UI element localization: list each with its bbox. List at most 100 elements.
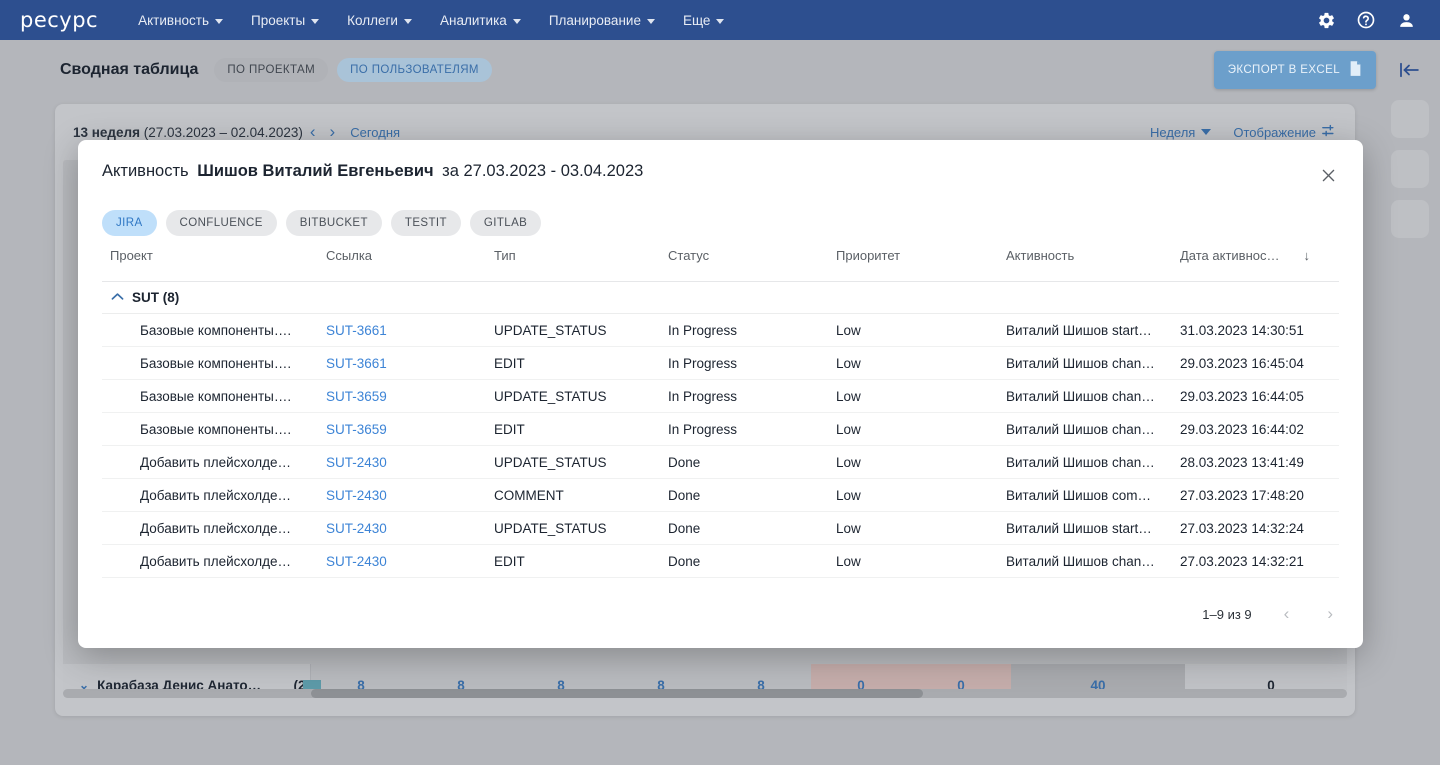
- column-header-date[interactable]: Дата активнос… ↓: [1172, 248, 1339, 263]
- source-chip-testit[interactable]: TESTIT: [390, 210, 461, 236]
- pagination-prev-button[interactable]: ‹: [1278, 604, 1296, 624]
- rail-item[interactable]: [1391, 100, 1429, 138]
- nav-item-label: Еще: [682, 12, 711, 28]
- pagination-next-button[interactable]: ›: [1321, 604, 1339, 624]
- nav-item-projects[interactable]: Проекты: [237, 0, 333, 40]
- table-row[interactable]: Базовые компоненты…. SUT-3661 EDIT In Pr…: [102, 347, 1339, 380]
- cell-link[interactable]: SUT-3659: [318, 422, 486, 437]
- rail-item[interactable]: [1391, 200, 1429, 238]
- tab-by-users[interactable]: ПО ПОЛЬЗОВАТЕЛЯМ: [337, 58, 492, 82]
- cell-activity: Виталий Шишов chan…: [1006, 421, 1155, 437]
- collapse-panel-icon[interactable]: [1398, 62, 1420, 78]
- pivot-cell-extra[interactable]: 0: [1185, 664, 1347, 692]
- modal-title-user: Шишов Виталий Евгеньевич: [197, 162, 434, 180]
- cell-link[interactable]: SUT-2430: [318, 521, 486, 536]
- pivot-cell[interactable]: 8: [711, 664, 811, 693]
- cell-date: 27.03.2023 14:32:24: [1180, 520, 1304, 536]
- table-row[interactable]: Добавить плейсхолде… SUT-2430 COMMENT Do…: [102, 479, 1339, 512]
- cell-link[interactable]: SUT-2430: [318, 455, 486, 470]
- cell-link[interactable]: SUT-3661: [318, 323, 486, 338]
- nav-item-more[interactable]: Еще: [669, 0, 738, 40]
- cell-status: In Progress: [668, 421, 738, 437]
- column-header-type[interactable]: Тип: [486, 248, 660, 263]
- cell-link[interactable]: SUT-3659: [318, 389, 486, 404]
- issue-link[interactable]: SUT-2430: [326, 455, 387, 470]
- chevron-up-icon[interactable]: [102, 292, 132, 304]
- issue-link[interactable]: SUT-3659: [326, 389, 387, 404]
- help-icon[interactable]: [1346, 0, 1386, 40]
- export-button-label: ЭКСПОРТ В EXCEL: [1227, 64, 1340, 76]
- source-filter-chips: JIRA CONFLUENCE BITBUCKET TESTIT GITLAB: [102, 210, 542, 236]
- table-row[interactable]: Базовые компоненты…. SUT-3659 UPDATE_STA…: [102, 380, 1339, 413]
- cell-link[interactable]: SUT-3661: [318, 356, 486, 371]
- pivot-cell-total[interactable]: 40: [1011, 664, 1185, 692]
- cell-date: 29.03.2023 16:45:04: [1180, 355, 1304, 371]
- table-row[interactable]: Добавить плейсхолде… SUT-2430 UPDATE_STA…: [102, 512, 1339, 545]
- table-row[interactable]: Добавить плейсхолде… SUT-2430 EDIT Done …: [102, 545, 1339, 578]
- cell-link[interactable]: SUT-2430: [318, 554, 486, 569]
- prev-week-button[interactable]: ‹: [303, 122, 323, 142]
- cell-status: In Progress: [668, 322, 738, 338]
- pivot-cell[interactable]: 8: [611, 664, 711, 693]
- close-icon[interactable]: [1311, 158, 1345, 192]
- issue-link[interactable]: SUT-2430: [326, 554, 387, 569]
- display-settings-button[interactable]: Отображение: [1233, 124, 1337, 141]
- pivot-cell[interactable]: 8: [411, 664, 511, 693]
- column-header-date-label: Дата активнос…: [1180, 248, 1280, 263]
- export-to-excel-button[interactable]: ЭКСПОРТ В EXCEL: [1213, 51, 1376, 89]
- page-title: Сводная таблица: [60, 61, 199, 78]
- pivot-cell[interactable]: 8: [311, 664, 411, 693]
- rail-item[interactable]: [1391, 150, 1429, 188]
- source-chip-gitlab[interactable]: GITLAB: [469, 210, 542, 236]
- cell-date: 27.03.2023 17:48:20: [1180, 487, 1304, 503]
- cell-priority: Low: [836, 553, 861, 569]
- today-button[interactable]: Сегодня: [350, 125, 400, 140]
- horizontal-scrollbar[interactable]: [63, 689, 1347, 698]
- period-selector[interactable]: Неделя: [1150, 125, 1212, 140]
- scrollbar-thumb[interactable]: [311, 689, 923, 698]
- source-chip-bitbucket[interactable]: BITBUCKET: [285, 210, 382, 236]
- column-header-activity[interactable]: Активность: [998, 248, 1172, 263]
- chevron-down-icon: [512, 18, 521, 24]
- issue-link[interactable]: SUT-2430: [326, 521, 387, 536]
- user-icon[interactable]: [1386, 0, 1426, 40]
- pivot-row-name-cell[interactable]: ⌄ Карабаза Денис Анато… (2): [63, 664, 311, 692]
- column-header-status[interactable]: Статус: [660, 248, 828, 263]
- source-chip-confluence[interactable]: CONFLUENCE: [165, 210, 277, 236]
- table-row[interactable]: Базовые компоненты…. SUT-3661 UPDATE_STA…: [102, 314, 1339, 347]
- nav-item-planning[interactable]: Планирование: [535, 0, 669, 40]
- issue-link[interactable]: SUT-3659: [326, 422, 387, 437]
- pivot-cell-weekend[interactable]: 0: [811, 664, 911, 692]
- pivot-cell[interactable]: 8: [511, 664, 611, 693]
- nav-item-colleagues[interactable]: Коллеги: [333, 0, 426, 40]
- nav-item-label: Планирование: [548, 12, 641, 28]
- column-header-link[interactable]: Ссылка: [318, 248, 486, 263]
- group-row-sut[interactable]: SUT (8): [102, 282, 1339, 314]
- cell-activity: Виталий Шишов com…: [1006, 487, 1151, 503]
- brand-logo[interactable]: ресурс: [14, 8, 98, 32]
- pivot-cell-weekend[interactable]: 0: [911, 664, 1011, 692]
- sort-descending-icon[interactable]: ↓: [1304, 248, 1311, 263]
- table-row[interactable]: ⌄ Карабаза Денис Анато… (2) 8 8 8 8 8 0 …: [63, 664, 1347, 692]
- nav-item-analytics[interactable]: Аналитика: [426, 0, 535, 40]
- table-row[interactable]: Базовые компоненты…. SUT-3659 EDIT In Pr…: [102, 413, 1339, 446]
- nav-item-label: Активность: [138, 12, 209, 28]
- table-row[interactable]: Добавить плейсхолде… SUT-2430 UPDATE_STA…: [102, 446, 1339, 479]
- column-header-priority[interactable]: Приоритет: [828, 248, 998, 263]
- tab-by-projects[interactable]: ПО ПРОЕКТАМ: [214, 58, 329, 82]
- column-header-project[interactable]: Проект: [102, 248, 318, 263]
- issue-link[interactable]: SUT-2430: [326, 488, 387, 503]
- nav-item-label: Аналитика: [439, 12, 507, 28]
- cell-link[interactable]: SUT-2430: [318, 488, 486, 503]
- gear-icon[interactable]: [1306, 0, 1346, 40]
- issue-link[interactable]: SUT-3661: [326, 356, 387, 371]
- source-chip-jira[interactable]: JIRA: [102, 210, 157, 236]
- issue-link[interactable]: SUT-3661: [326, 323, 387, 338]
- pivot-week-number: 13 неделя: [73, 124, 140, 140]
- cell-priority: Low: [836, 520, 861, 536]
- chevron-down-icon: [403, 18, 412, 24]
- cell-type: EDIT: [494, 421, 525, 437]
- next-week-button[interactable]: ›: [323, 122, 343, 142]
- pivot-week-range: (27.03.2023 – 02.04.2023): [143, 124, 303, 140]
- nav-item-activity[interactable]: Активность: [124, 0, 237, 40]
